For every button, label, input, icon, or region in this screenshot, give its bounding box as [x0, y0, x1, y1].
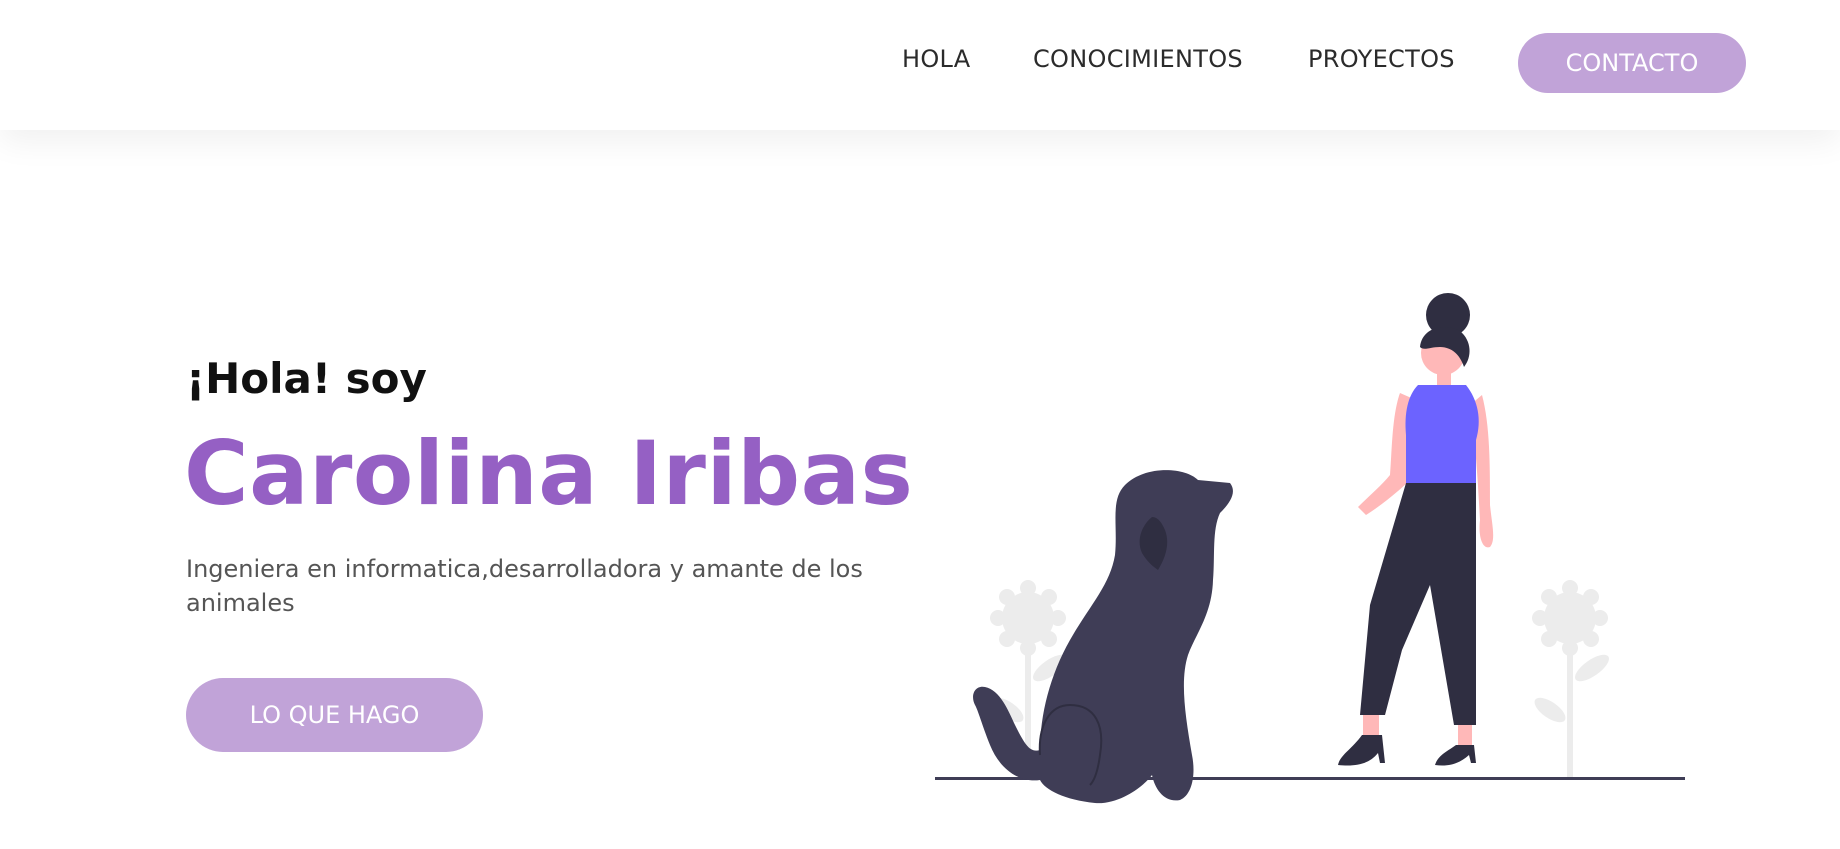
hero-greeting: ¡Hola! soy	[186, 354, 427, 403]
woman-with-dog-illustration	[935, 293, 1685, 804]
right-flower-icon	[1532, 580, 1610, 780]
hero-name: Carolina Iribas	[184, 422, 914, 525]
contact-button[interactable]: CONTACTO	[1518, 33, 1746, 93]
nav-link-conocimientos[interactable]: CONOCIMIENTOS	[1033, 45, 1243, 73]
nav-link-hola[interactable]: HOLA	[902, 45, 970, 73]
hero-description: Ingeniera en informatica,desarrolladora …	[186, 555, 863, 617]
nav-link-proyectos[interactable]: PROYECTOS	[1308, 45, 1455, 73]
what-i-do-button[interactable]: LO QUE HAGO	[186, 678, 483, 752]
woman-figure	[1338, 293, 1494, 766]
top-navbar: HOLA CONOCIMIENTOS PROYECTOS CONTACTO	[0, 0, 1840, 130]
